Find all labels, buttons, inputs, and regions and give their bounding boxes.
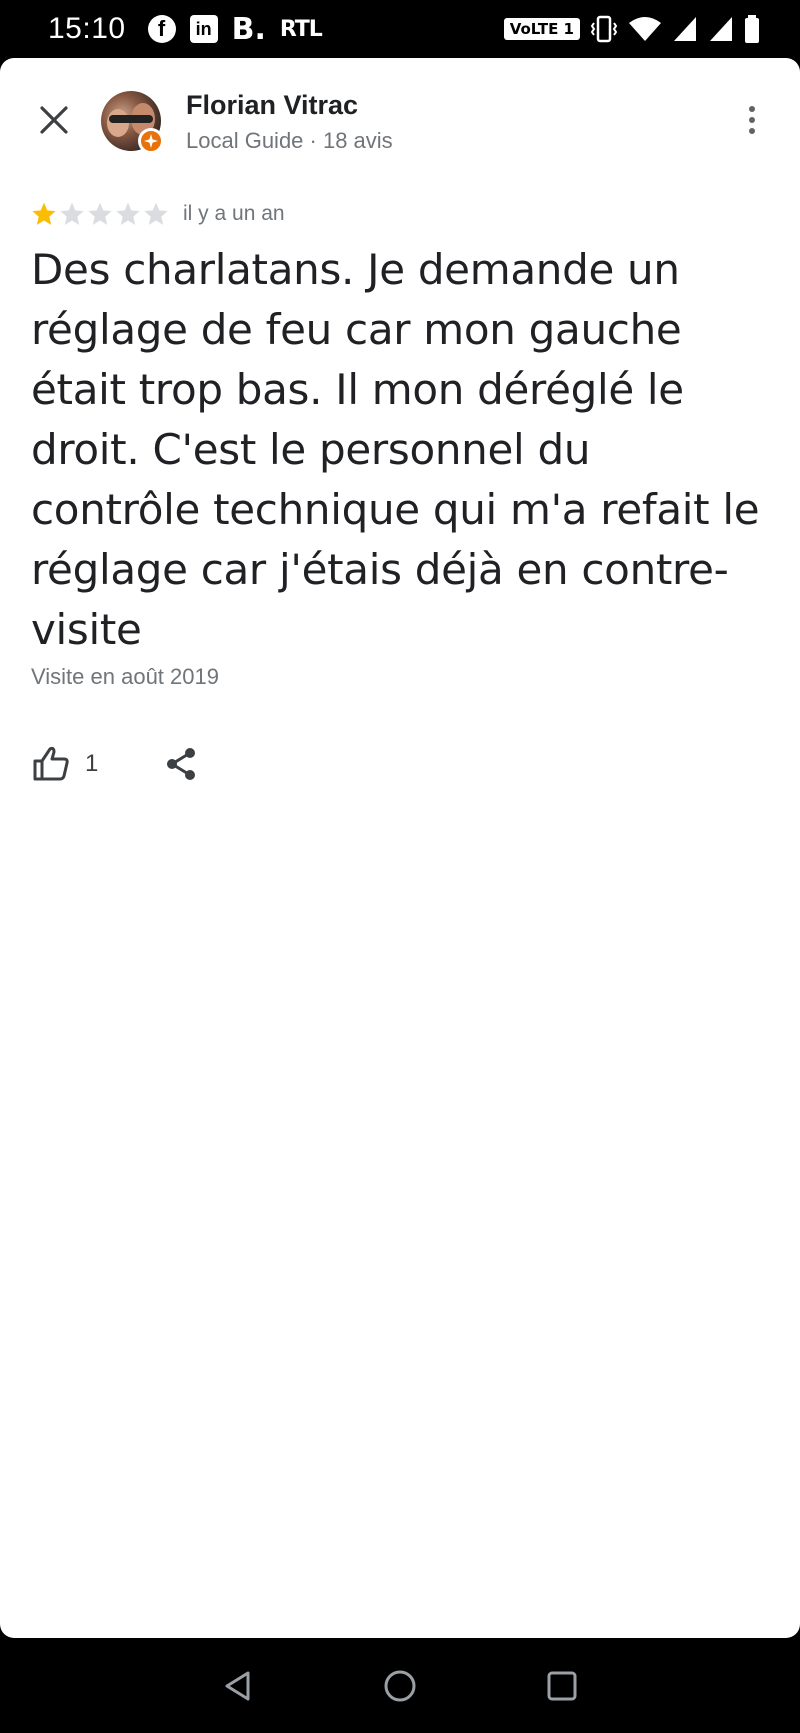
facebook-icon: f xyxy=(147,15,176,43)
star-filled-icon xyxy=(32,202,56,225)
more-options-button[interactable] xyxy=(732,96,772,144)
review-header: Florian Vitrac Local Guide · 18 avis xyxy=(0,58,800,188)
signal-icon xyxy=(674,17,696,41)
review-time: il y a un an xyxy=(183,202,285,225)
navigation-bar xyxy=(0,1638,800,1733)
like-count: 1 xyxy=(85,750,99,777)
recents-button[interactable] xyxy=(537,1661,587,1711)
star-empty-icon xyxy=(116,202,140,225)
star-empty-icon xyxy=(88,202,112,225)
review-actions: 1 xyxy=(31,734,206,794)
volte-badge: VoLTE 1 xyxy=(503,18,580,40)
thumbs-up-icon xyxy=(33,746,69,781)
back-triangle-icon xyxy=(225,1671,250,1700)
author-meta: Local Guide · 18 avis xyxy=(186,128,393,153)
more-dot xyxy=(749,128,755,134)
review-sheet: Florian Vitrac Local Guide · 18 avis il … xyxy=(0,58,800,1638)
battery-icon xyxy=(745,15,759,43)
recents-square-icon xyxy=(547,1671,577,1700)
star-empty-icon xyxy=(144,202,168,225)
local-guide-badge-icon xyxy=(138,128,164,154)
wifi-icon xyxy=(629,17,661,41)
more-dot xyxy=(749,117,755,123)
vibrate-icon xyxy=(590,15,618,43)
visit-date: Visite en août 2019 xyxy=(31,664,219,689)
b-news-icon: B. xyxy=(231,11,266,47)
share-icon xyxy=(167,748,196,780)
close-icon xyxy=(40,106,68,134)
rtl-icon: RTL xyxy=(279,16,323,42)
status-time: 15:10 xyxy=(48,12,126,45)
close-button[interactable] xyxy=(30,96,78,144)
star-empty-icon xyxy=(60,202,84,225)
avatar-photo-glasses xyxy=(109,115,153,123)
star-rating xyxy=(31,201,169,227)
home-circle-icon xyxy=(384,1670,416,1701)
notification-icons: f in B. RTL xyxy=(147,11,323,47)
linkedin-icon: in xyxy=(189,15,218,43)
signal-2-icon xyxy=(710,17,732,41)
rating-row: il y a un an xyxy=(31,194,285,234)
like-button[interactable]: 1 xyxy=(31,734,108,794)
avatar-photo-left xyxy=(107,109,129,137)
status-bar: 15:10 f in B. RTL VoLTE 1 xyxy=(0,0,800,58)
more-dot xyxy=(749,106,755,112)
home-button[interactable] xyxy=(375,1661,425,1711)
back-button[interactable] xyxy=(213,1661,263,1711)
review-text: Des charlatans. Je demande un réglage de… xyxy=(31,245,760,654)
system-icons: VoLTE 1 xyxy=(503,0,760,58)
share-button[interactable] xyxy=(156,739,206,789)
author-name[interactable]: Florian Vitrac xyxy=(186,90,358,121)
